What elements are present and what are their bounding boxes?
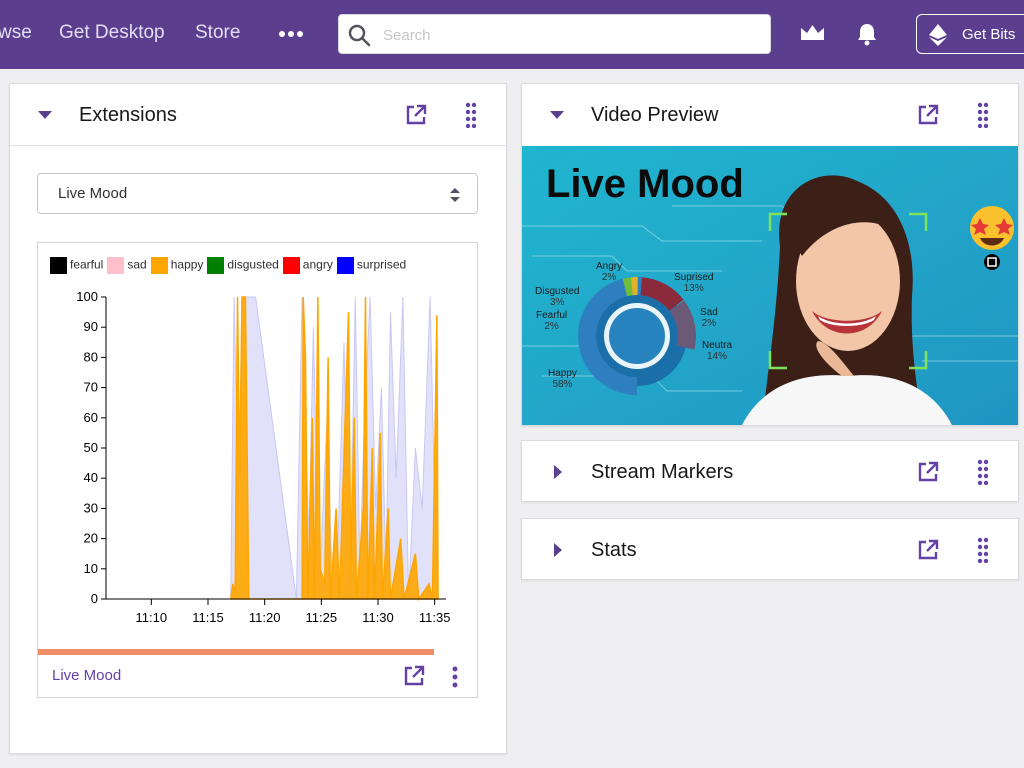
legend-label: happy <box>170 257 204 272</box>
x-tick-label: 11:25 <box>306 610 338 625</box>
x-tick-label: 11:20 <box>249 610 281 625</box>
legend-label: disgusted <box>227 257 279 272</box>
search-box[interactable] <box>338 14 771 54</box>
top-nav-bar: wse Get Desktop Store Get Bits <box>0 0 1024 69</box>
legend-item-disgusted: disgusted <box>207 257 279 275</box>
extension-select[interactable]: Live Mood <box>37 173 478 214</box>
chart-legend: fearful sad happy disgusted angry surprised <box>50 257 410 275</box>
y-tick-label: 20 <box>84 531 98 546</box>
video-preview-header: Video Preview <box>522 84 1018 146</box>
live-mood-extension-card: fearful sad happy disgusted angry surprised 0… <box>37 242 478 698</box>
search-input[interactable] <box>381 23 761 47</box>
legend-swatch <box>282 257 300 275</box>
stream-markers-panel: Stream Markers <box>521 440 1019 502</box>
legend-label: surprised <box>356 257 407 272</box>
stats-title: Stats <box>591 539 637 561</box>
donut-label-fearful: Fearful 2% <box>536 310 568 332</box>
donut-label-surprised: Suprised 13% <box>674 272 714 294</box>
drag-handle-icon[interactable] <box>977 537 989 563</box>
popout-icon[interactable] <box>405 104 427 126</box>
drag-handle-icon[interactable] <box>465 102 477 128</box>
popout-icon[interactable] <box>917 539 939 561</box>
crown-icon[interactable] <box>799 22 826 44</box>
legend-label: fearful <box>70 257 104 272</box>
legend-item-sad: sad <box>107 257 147 275</box>
y-tick-label: 50 <box>84 440 98 455</box>
donut-label-angry: Angry 2% <box>596 261 623 283</box>
stats-panel: Stats <box>521 518 1019 580</box>
select-arrows-icon <box>450 188 460 202</box>
search-icon <box>348 24 371 47</box>
more-icon[interactable] <box>278 24 304 44</box>
legend-swatch <box>107 257 125 275</box>
legend-label: angry <box>302 257 333 272</box>
nav-browse-link[interactable]: wse <box>0 22 32 44</box>
donut-label-sad: Sad 2% <box>700 307 718 329</box>
video-preview-image[interactable]: Live Mood Angry 2% Suprised 13% Disgusted 3… <box>522 146 1018 425</box>
legend-swatch <box>50 257 67 275</box>
expand-caret-icon[interactable] <box>553 542 563 558</box>
get-bits-label: Get Bits <box>962 26 1016 43</box>
bell-icon[interactable] <box>856 22 878 46</box>
popout-icon[interactable] <box>917 461 939 483</box>
get-bits-button[interactable]: Get Bits <box>916 14 1024 54</box>
extension-select-value: Live Mood <box>58 185 128 202</box>
drag-handle-icon[interactable] <box>977 459 989 485</box>
x-tick-label: 11:35 <box>419 610 451 625</box>
y-tick-label: 60 <box>84 410 98 425</box>
popout-icon[interactable] <box>917 104 939 126</box>
expand-caret-icon[interactable] <box>553 464 563 480</box>
y-tick-label: 80 <box>84 349 98 364</box>
y-tick-label: 100 <box>76 289 98 304</box>
video-preview-title: Video Preview <box>591 104 719 126</box>
x-tick-label: 11:10 <box>136 610 168 625</box>
extension-footer-label[interactable]: Live Mood <box>52 667 121 684</box>
collapse-caret-icon[interactable] <box>549 110 565 120</box>
legend-swatch <box>150 257 168 275</box>
video-overlay-title: Live Mood <box>546 162 744 206</box>
y-tick-label: 30 <box>84 500 98 515</box>
x-tick-label: 11:30 <box>362 610 394 625</box>
legend-item-surprised: surprised <box>336 257 407 275</box>
nav-store-link[interactable]: Store <box>195 22 240 44</box>
popout-icon[interactable] <box>403 665 425 687</box>
y-tick-label: 70 <box>84 380 98 395</box>
donut-label-happy: Happy 58% <box>548 368 577 390</box>
extensions-panel-title: Extensions <box>79 104 177 126</box>
legend-item-fearful: fearful <box>50 257 104 275</box>
bits-icon <box>929 24 947 46</box>
kebab-menu-icon[interactable] <box>452 666 458 688</box>
mood-chart: 0 10 20 30 40 50 60 70 80 90 100 11:10 11:15 11:20 11:… <box>76 289 451 625</box>
extensions-panel: Extensions Live Mood fearful sad happy disg… <box>9 83 507 754</box>
legend-item-angry: angry <box>282 257 333 275</box>
progress-bar <box>38 649 434 655</box>
y-tick-label: 0 <box>91 591 98 606</box>
legend-item-happy: happy <box>150 257 204 275</box>
legend-swatch <box>336 257 354 275</box>
extensions-panel-header: Extensions <box>10 84 506 146</box>
y-tick-label: 40 <box>84 470 98 485</box>
video-preview-panel: Video Preview Live Mood Angry 2% Suprise… <box>521 83 1019 426</box>
drag-handle-icon[interactable] <box>977 102 989 128</box>
legend-label: sad <box>127 257 147 272</box>
stream-markers-title: Stream Markers <box>591 461 734 483</box>
collapse-caret-icon[interactable] <box>37 110 53 120</box>
legend-swatch <box>207 257 225 275</box>
y-tick-label: 90 <box>84 319 98 334</box>
donut-label-neutral: Neutra 14% <box>702 340 733 362</box>
nav-get-desktop-link[interactable]: Get Desktop <box>59 22 165 44</box>
donut-label-disgusted: Disgusted 3% <box>535 286 580 308</box>
y-tick-label: 10 <box>84 561 98 576</box>
x-tick-label: 11:15 <box>192 610 224 625</box>
